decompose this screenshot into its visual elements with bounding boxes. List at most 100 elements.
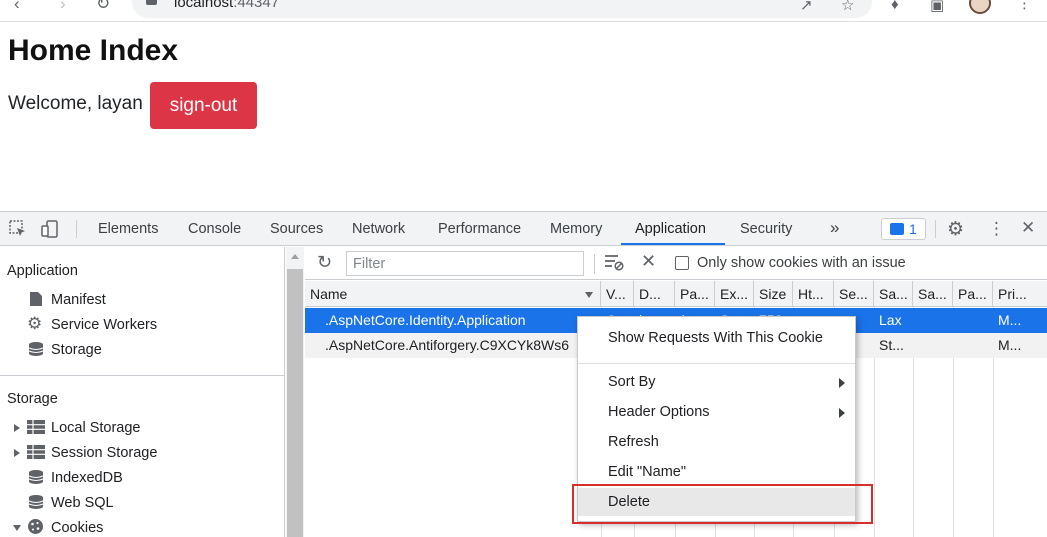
clear-all-cookies-icon[interactable]: ✕ [641, 251, 656, 272]
sidebar-heading-application: Application [7, 263, 78, 279]
column-header-expires[interactable]: Ex... [715, 281, 754, 307]
reload-icon[interactable]: ↻ [96, 0, 110, 14]
indexeddb-database-icon [28, 470, 44, 484]
chrome-menu-icon[interactable]: ⋮ [1017, 0, 1032, 12]
sidebar-item-web-sql[interactable]: Web SQL [51, 495, 114, 511]
share-icon[interactable]: ↗ [800, 0, 813, 14]
cell-priority: M... [998, 312, 1022, 328]
side-panel-icon[interactable]: ▣ [930, 0, 944, 14]
cell-priority: M... [998, 337, 1022, 353]
column-header-name[interactable]: Name [305, 281, 601, 307]
tab-security[interactable]: Security [740, 221, 792, 237]
sidebar-heading-storage: Storage [7, 391, 58, 407]
only-issues-checkbox[interactable] [675, 256, 689, 270]
devtools-tab-bar: Elements Console Sources Network Perform… [0, 212, 1047, 246]
storage-database-icon [28, 342, 44, 356]
toolbar-divider [76, 220, 77, 238]
tab-console[interactable]: Console [188, 221, 241, 237]
column-header-sameparty[interactable]: Sa... [913, 281, 953, 307]
sort-descending-icon [585, 292, 593, 298]
column-header-value[interactable]: V... [601, 281, 634, 307]
toolbar-divider [935, 220, 936, 238]
browser-toolbar: ‹ › ↻ localhost:44347 ↗ ☆ ♦ ▣ ⋮ [0, 0, 1047, 22]
device-toolbar-icon[interactable] [41, 220, 59, 238]
expand-triangle-icon[interactable] [14, 449, 20, 457]
only-issues-label: Only show cookies with an issue [697, 255, 906, 271]
column-header-size[interactable]: Size [754, 281, 793, 307]
refresh-cookies-icon[interactable]: ↻ [317, 252, 332, 273]
cell-name: .AspNetCore.Identity.Application [325, 312, 526, 328]
cookie-filter-input[interactable] [346, 251, 584, 276]
menu-item-show-requests[interactable]: Show Requests With This Cookie [578, 324, 855, 352]
sign-out-button[interactable]: sign-out [150, 82, 257, 129]
service-workers-gear-icon: ⚙ [27, 314, 43, 333]
column-header-partition-key[interactable]: Pa... [953, 281, 993, 307]
cell-partition-key [953, 308, 993, 333]
menu-item-sort-by[interactable]: Sort By [578, 368, 855, 396]
url-text: localhost:44347 [174, 0, 280, 11]
cookies-toolbar: ↻ ✕ Only show cookies with an issue [305, 247, 1047, 280]
forward-icon[interactable]: › [60, 0, 66, 14]
session-storage-grid-icon [27, 445, 45, 459]
cell-sameparty [913, 308, 953, 333]
welcome-text: Welcome, layan [8, 93, 143, 114]
web-sql-database-icon [28, 495, 44, 509]
delete-highlight-annotation [572, 484, 873, 524]
application-sidebar: Application Manifest ⚙ Service Workers S… [0, 247, 285, 537]
column-header-samesite[interactable]: Sa... [874, 281, 913, 307]
menu-separator [578, 363, 855, 364]
cookie-icon [28, 519, 43, 534]
active-tab-indicator [621, 243, 725, 245]
settings-gear-icon[interactable]: ⚙ [947, 218, 965, 240]
close-devtools-icon[interactable]: ✕ [1021, 218, 1039, 237]
cell-samesite: Lax [879, 312, 902, 328]
menu-item-refresh[interactable]: Refresh [578, 428, 855, 456]
cookies-table-header: Name V... D... Pa... Ex... Size Ht... Se… [305, 281, 1047, 307]
sidebar-item-manifest[interactable]: Manifest [51, 292, 106, 308]
column-header-secure[interactable]: Se... [834, 281, 874, 307]
profile-avatar[interactable] [969, 0, 991, 14]
more-tabs-icon[interactable]: » [830, 218, 839, 238]
cell-samesite: St... [879, 337, 904, 353]
sidebar-item-session-storage[interactable]: Session Storage [51, 445, 157, 461]
scrollbar-thumb[interactable] [287, 269, 303, 537]
tab-memory[interactable]: Memory [550, 221, 602, 237]
column-header-path[interactable]: Pa... [675, 281, 715, 307]
address-bar[interactable]: localhost:44347 [132, 0, 872, 18]
tab-sources[interactable]: Sources [270, 221, 323, 237]
menu-item-edit-name[interactable]: Edit "Name" [578, 458, 855, 486]
tab-elements[interactable]: Elements [98, 221, 158, 237]
scroll-up-arrow-icon[interactable] [291, 254, 299, 259]
customize-menu-icon[interactable]: ⋮ [988, 219, 1006, 238]
sidebar-item-local-storage[interactable]: Local Storage [51, 420, 140, 436]
extensions-icon[interactable]: ♦ [891, 0, 899, 13]
issues-icon [890, 223, 904, 235]
lock-icon [146, 0, 157, 5]
tab-network[interactable]: Network [352, 221, 405, 237]
sidebar-divider [0, 375, 285, 376]
sidebar-item-service-workers[interactable]: Service Workers [51, 317, 157, 333]
menu-item-header-options-label: Header Options [608, 404, 710, 420]
menu-item-header-options[interactable]: Header Options [578, 398, 855, 426]
tab-performance[interactable]: Performance [438, 221, 521, 237]
toolbar-divider [594, 254, 595, 274]
submenu-arrow-icon [839, 378, 845, 388]
column-header-httponly[interactable]: Ht... [793, 281, 834, 307]
sidebar-item-indexeddb[interactable]: IndexedDB [51, 470, 123, 486]
column-header-priority[interactable]: Pri... [993, 281, 1047, 307]
issues-badge[interactable]: 1 [881, 218, 926, 240]
sidebar-item-storage[interactable]: Storage [51, 342, 102, 358]
sidebar-item-cookies[interactable]: Cookies [51, 520, 103, 536]
devtools-panel: Elements Console Sources Network Perform… [0, 211, 1047, 537]
column-header-domain[interactable]: D... [634, 281, 675, 307]
tab-application[interactable]: Application [635, 221, 706, 237]
submenu-arrow-icon [839, 408, 845, 418]
inspect-element-icon[interactable] [9, 220, 27, 238]
clear-filtered-cookies-icon[interactable] [604, 253, 624, 271]
expand-triangle-icon[interactable] [14, 424, 20, 432]
bookmark-star-icon[interactable]: ☆ [841, 0, 854, 14]
collapse-triangle-icon[interactable] [13, 525, 21, 531]
manifest-file-icon [30, 292, 42, 306]
sidebar-scrollbar[interactable] [286, 247, 304, 537]
back-icon[interactable]: ‹ [14, 0, 20, 14]
